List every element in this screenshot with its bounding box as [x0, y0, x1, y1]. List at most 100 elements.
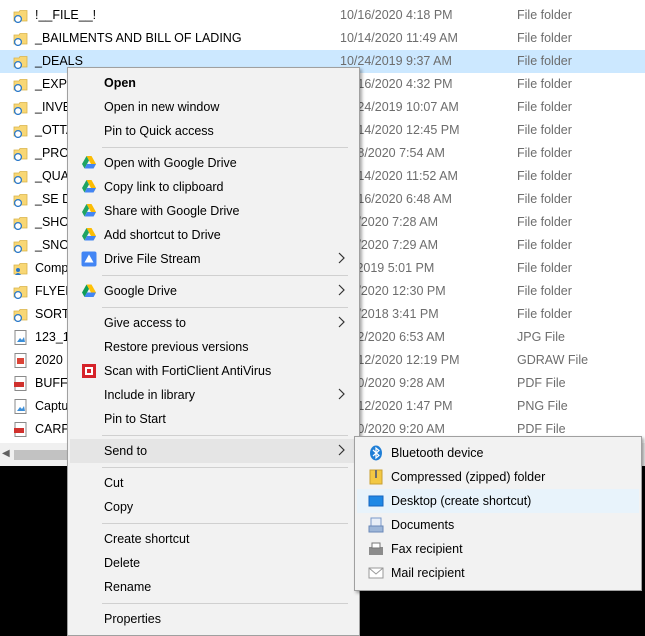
folder-sync-icon — [13, 169, 29, 185]
menu-item-copy[interactable]: Copy — [70, 495, 357, 519]
menu-item-label: Scan with FortiClient AntiVirus — [104, 364, 272, 378]
menu-item-delete[interactable]: Delete — [70, 551, 357, 575]
menu-item-label: Open — [104, 76, 136, 90]
menu-item-open[interactable]: Open — [70, 71, 357, 95]
menu-item-label: Give access to — [104, 316, 186, 330]
file-type: GDRAW File — [517, 353, 589, 367]
file-type: File folder — [517, 215, 572, 229]
chevron-right-icon — [337, 442, 347, 458]
menu-item-open-in-new-window[interactable]: Open in new window — [70, 95, 357, 119]
folder-sync-icon — [13, 192, 29, 208]
menu-item-share-with-google-drive[interactable]: Share with Google Drive — [70, 199, 357, 223]
fax-icon — [368, 541, 384, 557]
folder-sync-icon — [13, 146, 29, 162]
menu-item-label: Drive File Stream — [104, 252, 201, 266]
file-type: PDF File — [517, 422, 566, 436]
menu-item-give-access-to[interactable]: Give access to — [70, 311, 357, 335]
file-type: PDF File — [517, 376, 566, 390]
folder-sync-icon — [13, 8, 29, 24]
file-name: _QUA — [35, 169, 70, 183]
folder-sync-icon — [13, 54, 29, 70]
menu-item-restore-previous-versions[interactable]: Restore previous versions — [70, 335, 357, 359]
file-name: _INVE — [35, 100, 72, 114]
menu-item-label: Pin to Quick access — [104, 124, 214, 138]
menu-item-send-to[interactable]: Send to — [70, 439, 357, 463]
menu-item-properties[interactable]: Properties — [70, 607, 357, 631]
menu-item-pin-to-quick-access[interactable]: Pin to Quick access — [70, 119, 357, 143]
send-to-submenu: Bluetooth device Compressed (zipped) fold… — [354, 436, 642, 591]
bluetooth-icon — [368, 445, 384, 461]
google-drive-icon — [81, 179, 97, 195]
menu-item-rename[interactable]: Rename — [70, 575, 357, 599]
menu-item-label: Create shortcut — [104, 532, 190, 546]
file-type: File folder — [517, 123, 572, 137]
menu-item-pin-to-start[interactable]: Pin to Start — [70, 407, 357, 431]
menu-item-label: Copy link to clipboard — [104, 180, 224, 194]
file-type: File folder — [517, 169, 572, 183]
send-to-item-fax-recipient[interactable]: Fax recipient — [357, 537, 639, 561]
folder-sync-icon — [13, 123, 29, 139]
menu-item-scan-with-forticlient-antivirus[interactable]: Scan with FortiClient AntiVirus — [70, 359, 357, 383]
file-name: 123_1 — [35, 330, 70, 344]
file-type: File folder — [517, 8, 572, 22]
chevron-right-icon — [337, 386, 347, 402]
menu-item-label: Open in new window — [104, 100, 220, 114]
file-row[interactable]: _BAILMENTS AND BILL OF LADING 10/14/2020 … — [0, 27, 645, 50]
file-type: File folder — [517, 146, 572, 160]
zip-folder-icon — [368, 469, 384, 485]
google-drive-icon — [81, 227, 97, 243]
menu-separator — [102, 523, 348, 524]
file-type: JPG File — [517, 330, 565, 344]
file-type: File folder — [517, 31, 572, 45]
send-to-item-compressed-zipped-folder[interactable]: Compressed (zipped) folder — [357, 465, 639, 489]
desktop-icon — [368, 493, 384, 509]
send-to-item-desktop-create-shortcut[interactable]: Desktop (create shortcut) — [357, 489, 639, 513]
send-to-item-label: Fax recipient — [391, 542, 463, 556]
google-drive-icon — [81, 155, 97, 171]
file-name: _SHO — [35, 215, 70, 229]
forticlient-icon — [81, 363, 97, 379]
menu-item-cut[interactable]: Cut — [70, 471, 357, 495]
file-type: File folder — [517, 238, 572, 252]
menu-item-label: Rename — [104, 580, 152, 594]
menu-item-copy-link-to-clipboard[interactable]: Copy link to clipboard — [70, 175, 357, 199]
send-to-item-bluetooth-device[interactable]: Bluetooth device — [357, 441, 639, 465]
send-to-item-documents[interactable]: Documents — [357, 513, 639, 537]
folder-user-icon — [13, 261, 29, 276]
file-type: File folder — [517, 100, 572, 114]
folder-sync-icon — [13, 100, 29, 116]
documents-icon — [368, 517, 384, 533]
menu-item-label: Google Drive — [104, 284, 177, 298]
menu-item-label: Share with Google Drive — [104, 204, 240, 218]
drive-file-stream-icon — [81, 251, 97, 267]
menu-item-open-with-google-drive[interactable]: Open with Google Drive — [70, 151, 357, 175]
send-to-item-label: Compressed (zipped) folder — [391, 470, 546, 484]
file-name: CARP — [35, 422, 70, 436]
scroll-left-icon[interactable]: ◀ — [2, 448, 10, 459]
send-to-item-mail-recipient[interactable]: Mail recipient — [357, 561, 639, 585]
menu-item-include-in-library[interactable]: Include in library — [70, 383, 357, 407]
menu-item-add-shortcut-to-drive[interactable]: Add shortcut to Drive — [70, 223, 357, 247]
folder-sync-icon — [13, 77, 29, 93]
folder-sync-icon — [13, 284, 29, 300]
menu-item-google-drive[interactable]: Google Drive — [70, 279, 357, 303]
menu-item-create-shortcut[interactable]: Create shortcut — [70, 527, 357, 551]
file-name: _PRO — [35, 146, 70, 160]
pdf-file-icon — [13, 376, 29, 391]
file-name: !__FILE__! — [35, 8, 97, 22]
file-name: _SE D — [35, 192, 72, 206]
send-to-item-label: Mail recipient — [391, 566, 465, 580]
file-type: File folder — [517, 54, 572, 68]
file-type: PNG File — [517, 399, 568, 413]
file-type: File folder — [517, 307, 572, 321]
send-to-item-label: Bluetooth device — [391, 446, 484, 460]
menu-separator — [102, 307, 348, 308]
menu-separator — [102, 147, 348, 148]
menu-item-drive-file-stream[interactable]: Drive File Stream — [70, 247, 357, 271]
file-row[interactable]: !__FILE__! 10/16/2020 4:18 PM File folder — [0, 4, 645, 27]
menu-item-label: Copy — [104, 500, 134, 514]
scrollbar-thumb[interactable] — [14, 450, 71, 460]
file-name: _SNO — [35, 238, 70, 252]
pdf-file-icon — [13, 422, 29, 437]
google-drive-icon — [81, 203, 97, 219]
